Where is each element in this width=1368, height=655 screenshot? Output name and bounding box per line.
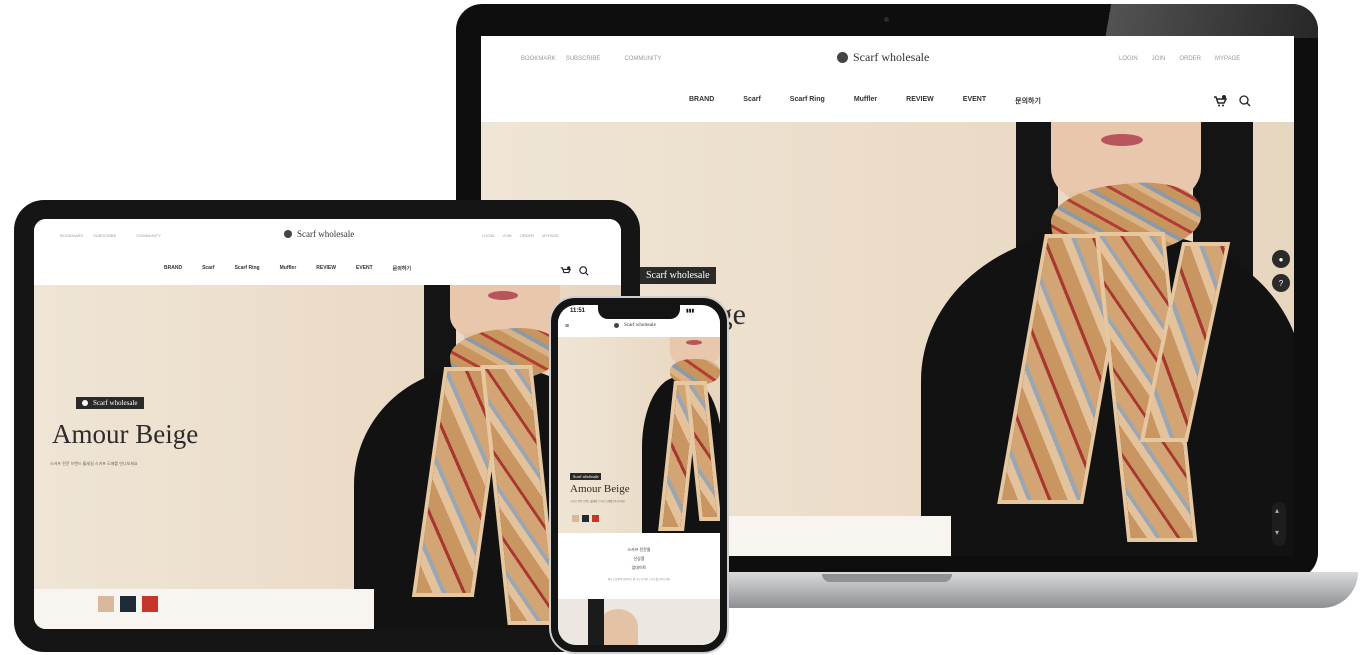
tablet-search-icon[interactable] <box>579 263 589 281</box>
phone-time: 11:51 <box>570 308 586 314</box>
cart-icon[interactable] <box>1213 94 1228 112</box>
tablet-badge-text: Scarf wholesale <box>93 399 138 407</box>
tablet-swatch-navy[interactable] <box>120 596 136 612</box>
phone-swatch-beige[interactable] <box>572 515 579 522</box>
phone-logo-mark-icon <box>614 323 619 328</box>
menu-icon[interactable]: ≡ <box>565 323 569 330</box>
model-image <box>921 122 1294 556</box>
tablet-nav-review[interactable]: REVIEW <box>316 265 336 272</box>
phone-notice-line-2: 신상품 <box>633 556 645 561</box>
tablet-util-bookmark[interactable]: BOOKMARK <box>60 233 83 238</box>
tablet-header: BOOKMARK SUBSCRIBE COMMUNITY Scarf whole… <box>34 219 621 285</box>
tablet-badge-logo-icon <box>82 400 88 406</box>
tablet-nav-brand[interactable]: BRAND <box>164 265 182 272</box>
laptop-hero-title-fragment: Amour Beige <box>726 298 746 334</box>
tablet-nav-muffler[interactable]: Muffler <box>280 265 297 272</box>
laptop-camera <box>884 17 889 22</box>
side-chat-button[interactable]: ● <box>1272 250 1290 268</box>
nav-event[interactable]: EVENT <box>963 96 986 106</box>
phone-hero-title: Amour Beige <box>570 483 630 495</box>
laptop-hinge-notch <box>822 574 952 582</box>
phone-logo-text: Scarf wholesale <box>624 323 656 328</box>
laptop-hero-badge: Scarf wholesale <box>640 267 716 284</box>
tablet-util-community[interactable]: COMMUNITY <box>136 233 161 238</box>
laptop-glare <box>1020 4 1318 38</box>
tablet-hero: Scarf wholesale Amour Beige 스카프 전문 브랜드 홀… <box>34 285 621 629</box>
chevron-down-icon[interactable]: ▾ <box>1275 528 1279 537</box>
tablet-main-nav: BRAND Scarf Scarf Ring Muffler REVIEW EV… <box>164 265 411 272</box>
tablet-screen: BOOKMARK SUBSCRIBE COMMUNITY Scarf whole… <box>34 219 621 629</box>
tablet-nav-event[interactable]: EVENT <box>356 265 373 272</box>
tablet-logo-mark-icon <box>284 230 292 238</box>
phone-notch <box>598 305 680 319</box>
tablet-util-login[interactable]: LOGIN <box>482 233 494 238</box>
util-subscribe[interactable]: SUBSCRIBE <box>566 56 601 62</box>
phone-hero-subtitle: 스카프 전문 브랜드 홀세일 스카프 도매를 만나보세요 <box>570 500 625 503</box>
tablet-util-right: LOGIN JOIN ORDER MYPAGE <box>482 233 559 238</box>
logo-text: Scarf wholesale <box>853 50 930 64</box>
chevron-up-icon[interactable]: ▴ <box>1275 506 1279 515</box>
nav-muffler[interactable]: Muffler <box>854 96 877 106</box>
tablet-swatch-beige[interactable] <box>98 596 114 612</box>
tablet-util-subscribe[interactable]: SUBSCRIBE <box>93 233 116 238</box>
laptop-hero-title: Amour Beige <box>726 298 746 331</box>
tablet-hero-title: Amour Beige <box>52 419 199 449</box>
util-community[interactable]: COMMUNITY <box>624 56 661 62</box>
util-login[interactable]: LOGIN <box>1119 56 1138 62</box>
main-nav: BRAND Scarf Scarf Ring Muffler REVIEW EV… <box>689 96 1041 106</box>
phone-hero-badge: Scarf wholesale <box>570 473 602 480</box>
phone-hero: Scarf wholesale Amour Beige 스카프 전문 브랜드 홀… <box>558 337 720 533</box>
phone-site-logo[interactable]: Scarf wholesale <box>614 323 656 328</box>
scroll-controls: ▴ ▾ <box>1272 502 1286 546</box>
nav-scarf-ring[interactable]: Scarf Ring <box>790 96 825 106</box>
util-bookmark[interactable]: BOOKMARK <box>521 56 556 62</box>
phone-model-image <box>642 337 720 533</box>
util-links-right: LOGIN JOIN ORDER MYPAGE <box>1119 56 1240 62</box>
util-order[interactable]: ORDER <box>1179 56 1201 62</box>
tablet-hero-subtitle: 스카프 전문 브랜드 홀세일 스카프 도매를 만나보세요 <box>50 461 138 466</box>
tablet-nav-scarf-ring[interactable]: Scarf Ring <box>235 265 260 272</box>
site-logo[interactable]: Scarf wholesale <box>837 50 929 65</box>
nav-scarf[interactable]: Scarf <box>743 96 761 106</box>
phone-header: ≡ Scarf wholesale <box>558 319 720 337</box>
tablet-util-left: BOOKMARK SUBSCRIBE COMMUNITY <box>60 233 161 238</box>
nav-brand[interactable]: BRAND <box>689 96 714 106</box>
laptop-header: BOOKMARK SUBSCRIBE COMMUNITY Scarf whole… <box>481 36 1294 122</box>
laptop-base <box>690 572 1358 608</box>
tablet-nav-scarf[interactable]: Scarf <box>202 265 215 272</box>
phone-notice-line-1: 스카프 전문몰 <box>627 547 651 552</box>
phone-notice-line-3: 업데이트 <box>631 565 647 570</box>
phone-notice-small: 매주 신상품이 업데이트 됩니다. 다양한 스카프를 만나보세요 <box>607 578 671 581</box>
phone-swatch-red[interactable] <box>592 515 599 522</box>
phone-swatch-navy[interactable] <box>582 515 589 522</box>
tablet-logo-text: Scarf wholesale <box>297 229 355 239</box>
tablet-cart-icon[interactable] <box>560 263 572 281</box>
laptop-badge-text: Scarf wholesale <box>646 270 710 281</box>
util-mypage[interactable]: MYPAGE <box>1215 56 1240 62</box>
util-join[interactable]: JOIN <box>1152 56 1166 62</box>
phone-badge-text: Scarf wholesale <box>573 474 599 479</box>
nav-review[interactable]: REVIEW <box>906 96 934 106</box>
phone-second-banner <box>558 599 720 645</box>
nav-inquiry[interactable]: 문의하기 <box>1015 96 1041 106</box>
tablet-util-join[interactable]: JOIN <box>502 233 511 238</box>
phone-screen: 11:51 ▮▮▮ ≡ Scarf wholesale Scarf wholes… <box>558 305 720 645</box>
tablet-hero-bottom-bar <box>34 589 374 629</box>
tablet-util-order[interactable]: ORDER <box>520 233 534 238</box>
tablet-site-logo[interactable]: Scarf wholesale <box>284 229 354 239</box>
logo-mark-icon <box>837 52 848 63</box>
search-icon[interactable] <box>1239 94 1251 112</box>
tablet-nav-inquiry[interactable]: 문의하기 <box>393 265 411 272</box>
tablet-hero-badge: Scarf wholesale <box>76 397 144 409</box>
tablet-util-mypage[interactable]: MYPAGE <box>542 233 559 238</box>
phone-notice-section: 스카프 전문몰 신상품 업데이트 매주 신상품이 업데이트 됩니다. 다양한 스… <box>558 533 720 599</box>
util-links-left: BOOKMARK SUBSCRIBE COMMUNITY <box>521 56 661 62</box>
phone-status-icons: ▮▮▮ <box>686 308 695 314</box>
side-help-button[interactable]: ? <box>1272 274 1290 292</box>
tablet-swatch-red[interactable] <box>142 596 158 612</box>
